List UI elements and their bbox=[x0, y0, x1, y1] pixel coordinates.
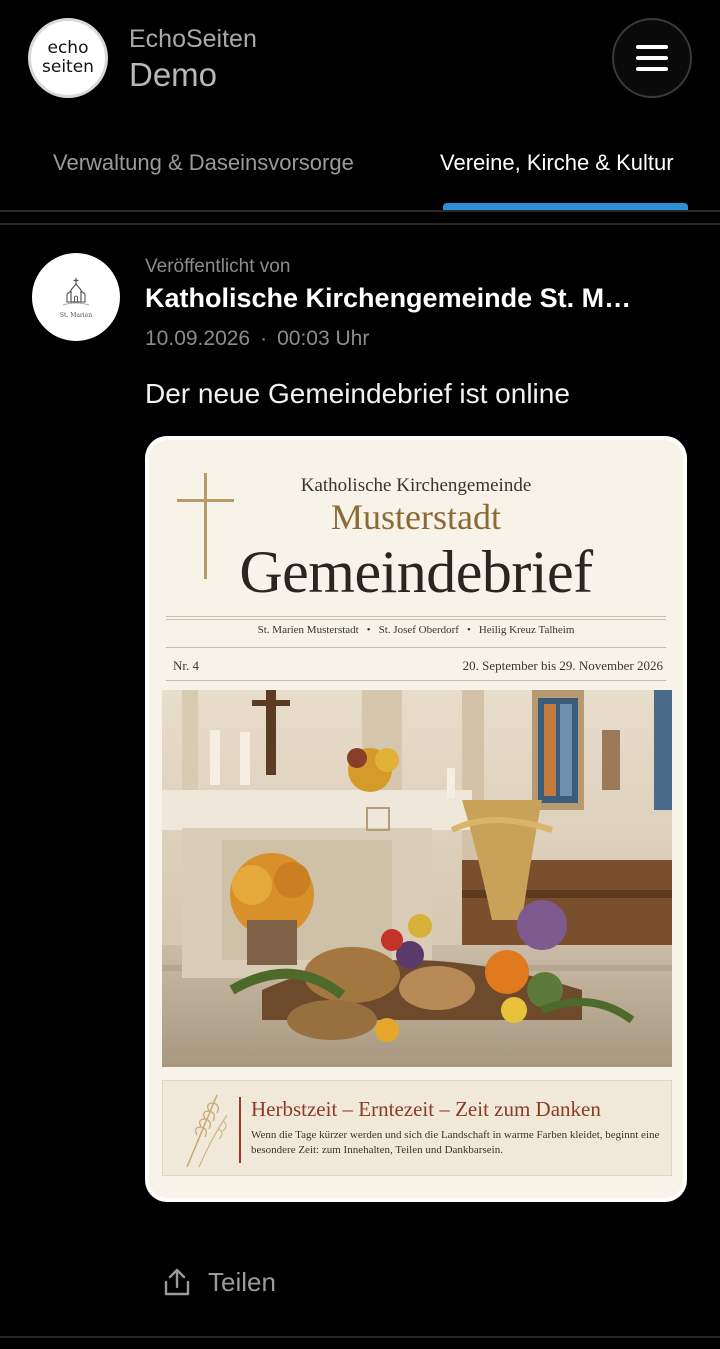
menu-icon bbox=[636, 45, 668, 49]
doc-organization: Katholische Kirchengemeinde bbox=[300, 475, 532, 496]
doc-town: Musterstadt bbox=[331, 497, 501, 537]
meta-separator: · bbox=[260, 327, 268, 350]
post-title: Der neue Gemeindebrief ist online bbox=[145, 378, 570, 409]
doc-rule bbox=[166, 619, 666, 620]
menu-icon-bar bbox=[636, 56, 668, 60]
post-time: 00:03 Uhr bbox=[277, 327, 370, 350]
parish-1: St. Marien Musterstadt bbox=[257, 624, 359, 636]
feature-box: Herbstzeit – Erntezeit – Zeit zum Danken… bbox=[162, 1080, 672, 1176]
parish-3: Heilig Kreuz Talheim bbox=[478, 624, 575, 636]
share-button[interactable]: Teilen bbox=[162, 1262, 276, 1302]
app-logo[interactable]: echo seiten bbox=[28, 18, 108, 98]
logo-line-2: seiten bbox=[42, 57, 94, 77]
avatar-label: St. Marien bbox=[59, 311, 93, 319]
published-by-label: Veröffentlicht von bbox=[145, 256, 291, 277]
church-icon bbox=[62, 277, 90, 305]
doc-rule bbox=[166, 647, 666, 648]
publisher-avatar[interactable]: St. Marien bbox=[32, 253, 120, 341]
parish-separator: • bbox=[366, 624, 371, 636]
divider bbox=[0, 223, 720, 225]
app-header: echo seiten EchoSeiten Demo bbox=[0, 0, 720, 120]
tab-verwaltung[interactable]: Verwaltung & Daseinsvorsorge bbox=[53, 150, 354, 176]
doc-rule bbox=[166, 680, 666, 681]
menu-icon-bar bbox=[636, 67, 668, 71]
doc-period: 20. September bis 29. November 2026 bbox=[462, 658, 663, 673]
newsletter-cover: Katholische Kirchengemeinde Musterstadt … bbox=[149, 440, 683, 1198]
app-subtitle: Demo bbox=[129, 56, 218, 93]
app-name: EchoSeiten bbox=[129, 25, 257, 53]
wheat-icon bbox=[186, 1094, 228, 1168]
post-meta: 10.09.2026 · 00:03 Uhr bbox=[145, 327, 369, 351]
church-altar-photo bbox=[162, 690, 672, 1067]
newsletter-preview[interactable]: Katholische Kirchengemeinde Musterstadt … bbox=[145, 436, 687, 1202]
feature-heading: Herbstzeit – Erntezeit – Zeit zum Danken bbox=[251, 1097, 601, 1121]
logo-line-1: echo bbox=[47, 38, 89, 58]
category-tabs: Verwaltung & Daseinsvorsorge Vereine, Ki… bbox=[0, 130, 720, 212]
feature-text: Wenn die Tage kürzer werden und sich die… bbox=[251, 1129, 660, 1156]
parish-2: St. Josef Oberdorf bbox=[378, 624, 459, 636]
publisher-name[interactable]: Katholische Kirchengemeinde St. M… bbox=[145, 283, 631, 314]
share-label: Teilen bbox=[208, 1266, 276, 1297]
doc-issue: Nr. 4 bbox=[173, 658, 199, 673]
doc-parishes: St. Marien Musterstadt • St. Josef Oberdor… bbox=[149, 624, 683, 636]
active-tab-indicator bbox=[443, 203, 688, 210]
parish-separator: • bbox=[466, 624, 471, 636]
doc-rule bbox=[166, 616, 666, 617]
doc-title: Gemeindebrief bbox=[239, 539, 593, 605]
tab-vereine-kirche-kultur[interactable]: Vereine, Kirche & Kultur bbox=[440, 150, 674, 176]
feature-rule bbox=[239, 1097, 241, 1163]
post-date: 10.09.2026 bbox=[145, 327, 251, 350]
share-icon bbox=[164, 1268, 190, 1296]
divider bbox=[0, 1336, 720, 1338]
menu-button[interactable] bbox=[612, 18, 692, 98]
